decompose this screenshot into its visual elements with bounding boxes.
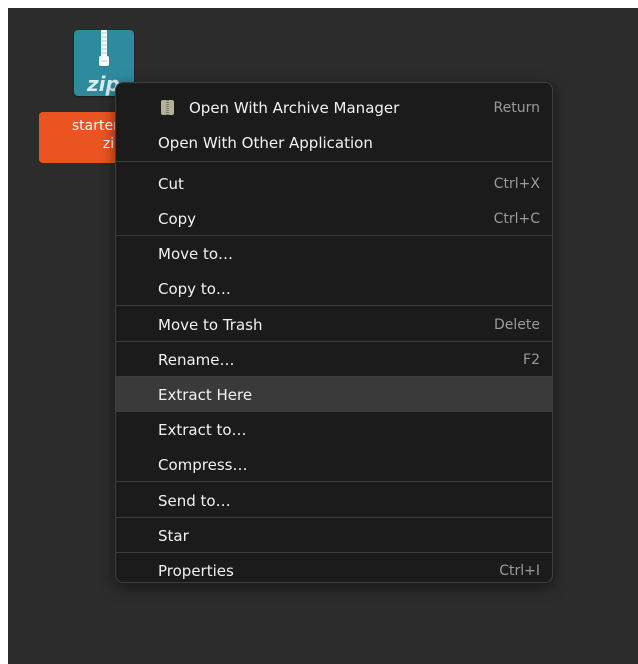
menu-item-open-with-archive-manager[interactable]: Open With Archive Manager Return [116, 90, 552, 125]
menu-separator [116, 305, 552, 306]
menu-item-label: Compress… [158, 455, 248, 474]
desktop[interactable]: zip starter- zip Open With Archive Manag… [8, 8, 638, 664]
file-name-line-2: zip [102, 136, 123, 152]
menu-item-label: Send to… [158, 491, 231, 510]
menu-item-label: Move to Trash [158, 315, 263, 334]
menu-item-label: Open With Other Application [158, 133, 373, 152]
context-menu: Open With Archive Manager Return Open Wi… [115, 82, 553, 583]
menu-item-shortcut: Delete [494, 316, 540, 333]
zipper-pull-icon [99, 56, 109, 66]
menu-item-cut[interactable]: Cut Ctrl+X [116, 166, 552, 201]
menu-item-label: Extract Here [158, 385, 253, 404]
menu-item-move-to-trash[interactable]: Move to Trash Delete [116, 307, 552, 342]
menu-item-shortcut: Ctrl+I [499, 562, 540, 579]
menu-item-send-to[interactable]: Send to… [116, 483, 552, 518]
menu-item-label: Rename… [158, 350, 235, 369]
menu-item-shortcut: Ctrl+X [493, 175, 540, 192]
archive-manager-icon [161, 100, 174, 115]
menu-item-label: Cut [158, 174, 184, 193]
menu-item-label: Open With Archive Manager [189, 98, 400, 117]
menu-item-shortcut: Ctrl+C [493, 210, 540, 227]
menu-item-label: Properties [158, 561, 234, 580]
menu-item-copy[interactable]: Copy Ctrl+C [116, 201, 552, 236]
menu-item-label: Copy to… [158, 279, 231, 298]
menu-item-move-to[interactable]: Move to… [116, 236, 552, 271]
menu-item-shortcut: F2 [523, 351, 540, 368]
menu-item-star[interactable]: Star [116, 518, 552, 553]
menu-item-compress[interactable]: Compress… [116, 447, 552, 482]
menu-item-copy-to[interactable]: Copy to… [116, 271, 552, 306]
menu-item-shortcut: Return [493, 99, 540, 116]
menu-item-label: Copy [158, 209, 197, 228]
menu-separator [116, 161, 552, 162]
menu-item-properties[interactable]: Properties Ctrl+I [116, 553, 552, 582]
menu-item-label: Extract to… [158, 420, 247, 439]
menu-item-open-with-other-application[interactable]: Open With Other Application [116, 125, 552, 160]
menu-item-label: Star [158, 526, 189, 545]
menu-item-extract-here[interactable]: Extract Here [116, 377, 552, 412]
menu-separator [116, 481, 552, 482]
menu-item-label: Move to… [158, 244, 234, 263]
menu-item-extract-to[interactable]: Extract to… [116, 412, 552, 447]
file-name-line-1: starter- [71, 118, 123, 134]
menu-item-rename[interactable]: Rename… F2 [116, 342, 552, 377]
